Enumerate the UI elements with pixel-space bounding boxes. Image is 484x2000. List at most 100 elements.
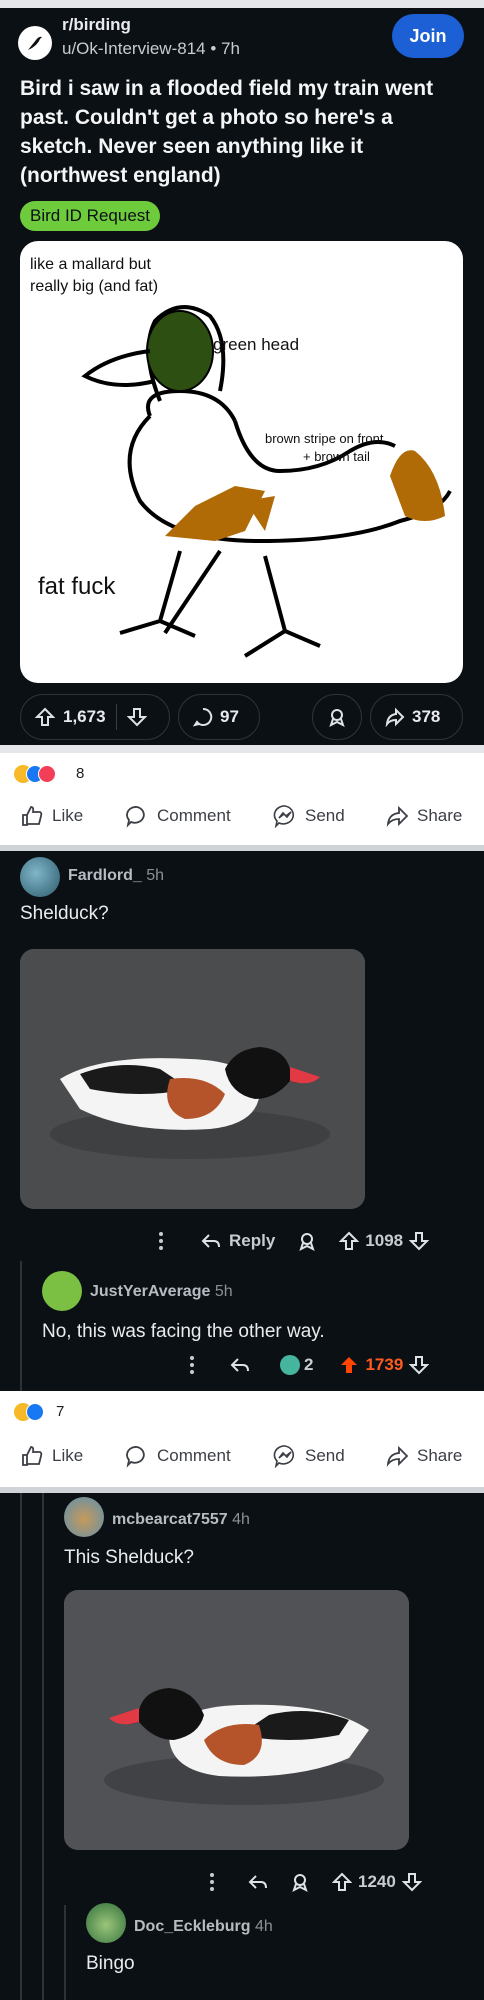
comment-action-bar: 1240 — [200, 1865, 470, 1899]
comment-score: 1739 — [365, 1355, 404, 1374]
comment-author[interactable]: JustYerAverage 5h — [90, 1283, 233, 1301]
downvote-icon[interactable] — [409, 1231, 430, 1251]
upvote-icon[interactable] — [332, 1872, 352, 1892]
post-title[interactable]: Bird i saw in a flooded field my train w… — [20, 74, 470, 190]
comment-score: 1240 — [358, 1872, 396, 1891]
comment-age: 4h — [254, 1918, 273, 1935]
thread-line — [64, 1905, 66, 2000]
comment-text: No, this was facing the other way. — [42, 1321, 325, 1342]
duck-sketch-drawing — [81, 305, 452, 658]
messenger-icon — [273, 1445, 295, 1468]
comment-icon — [193, 707, 213, 727]
comment-text: Shelduck? — [20, 903, 109, 924]
fb-share-label: Share — [417, 1446, 463, 1465]
facebook-actions: Like Comment Send Share — [0, 793, 484, 839]
facebook-bar-1: 8 Like Comment Send Share — [0, 753, 484, 845]
author-name[interactable]: JustYerAverage — [90, 1283, 210, 1300]
award-count: 2 — [304, 1355, 314, 1374]
shelduck-photo[interactable] — [20, 949, 365, 1209]
subreddit-name[interactable]: r/birding — [62, 15, 131, 35]
fb-comment-button[interactable]: Comment — [125, 1433, 231, 1479]
award-icon[interactable] — [290, 1872, 310, 1892]
author-name[interactable]: mcbearcat7557 — [112, 1511, 228, 1528]
join-button[interactable]: Join — [392, 14, 464, 58]
downvote-icon[interactable] — [126, 707, 147, 727]
thread-line — [20, 1493, 22, 2000]
downvote-icon[interactable] — [409, 1355, 430, 1375]
share-count: 378 — [412, 707, 441, 726]
comment-text: This Shelduck? — [64, 1547, 194, 1568]
messenger-icon — [273, 805, 295, 828]
fb-send-label: Send — [305, 806, 345, 825]
thread-line — [42, 1493, 44, 2000]
award-button[interactable] — [312, 694, 362, 740]
share-button[interactable]: 378 — [370, 694, 463, 740]
speech-bubble-icon — [126, 1446, 145, 1468]
comment-age: 4h — [232, 1511, 250, 1528]
upvote-icon[interactable] — [35, 707, 55, 727]
more-options-icon[interactable] — [153, 1231, 169, 1251]
comment-age: 5h — [146, 867, 165, 884]
fb-like-button[interactable]: Like — [20, 1433, 83, 1479]
sketch-image[interactable]: like a mallard but really big (and fat) … — [20, 241, 463, 683]
sketch-note-bottom: fat fuck — [38, 573, 116, 600]
avatar[interactable] — [42, 1271, 82, 1311]
comment-thread-lower: mcbearcat7557 4h This Shelduck? 1240 Doc… — [0, 1493, 484, 2000]
meta-dot: • — [210, 39, 222, 58]
fb-share-button[interactable]: Share — [385, 1433, 462, 1479]
shelduck-image — [64, 1590, 409, 1850]
more-options-icon[interactable] — [204, 1872, 220, 1892]
post-age: 7h — [221, 39, 240, 58]
more-options-icon[interactable] — [184, 1355, 200, 1375]
fb-send-button[interactable]: Send — [273, 793, 345, 839]
top-divider — [0, 0, 484, 8]
award-badge-icon[interactable] — [280, 1355, 300, 1375]
upvote-icon[interactable] — [339, 1231, 360, 1251]
fb-send-label: Send — [305, 1446, 345, 1465]
fb-like-button[interactable]: Like — [20, 793, 83, 839]
comment-age: 5h — [214, 1283, 233, 1300]
downvote-icon[interactable] — [401, 1872, 422, 1892]
vote-pill: 1,673 — [20, 694, 170, 740]
avatar[interactable] — [64, 1497, 104, 1537]
reply-label[interactable]: Reply — [229, 1231, 275, 1251]
fb-send-button[interactable]: Send — [273, 1433, 345, 1479]
comment-author[interactable]: Fardlord_ 5h — [68, 867, 164, 885]
comment-score: 1098 — [365, 1231, 404, 1250]
reply-icon[interactable] — [248, 1872, 268, 1892]
comment-action-bar: Reply 1098 — [145, 1224, 465, 1258]
post-author[interactable]: u/Ok-Interview-814 — [62, 39, 206, 58]
facebook-bar-2: 7 Like Comment Send Share — [0, 1391, 484, 1487]
comment-action-bar: 2 1739 — [180, 1348, 470, 1382]
like-reaction-icon — [26, 1403, 44, 1421]
speech-bubble-icon — [126, 806, 145, 828]
comments-button[interactable]: 97 — [178, 694, 260, 740]
shelduck-image — [20, 949, 365, 1209]
thumbs-up-icon — [22, 1446, 43, 1466]
sketch-note-top: like a mallard but really big (and fat) — [30, 256, 159, 295]
post-meta: u/Ok-Interview-814 • 7h — [62, 39, 240, 59]
fb-share-button[interactable]: Share — [385, 793, 462, 839]
share-arrow-icon — [386, 805, 409, 827]
fb-comment-button[interactable]: Comment — [125, 793, 231, 839]
shelduck-photo[interactable] — [64, 1590, 409, 1850]
post-flair[interactable]: Bird ID Request — [20, 201, 160, 231]
post-action-bar: 1,673 97 378 — [0, 694, 484, 742]
subreddit-icon[interactable] — [18, 26, 52, 60]
upvote-active-icon[interactable] — [339, 1355, 359, 1375]
comment-author[interactable]: mcbearcat7557 4h — [112, 1511, 250, 1529]
avatar[interactable] — [20, 857, 60, 897]
fb-share-label: Share — [417, 806, 463, 825]
avatar[interactable] — [86, 1903, 126, 1943]
post-bottom-divider — [0, 745, 484, 753]
upvote-count: 1,673 — [63, 707, 106, 726]
reply-icon[interactable] — [230, 1355, 250, 1375]
author-name[interactable]: Fardlord_ — [68, 867, 142, 884]
reply-icon[interactable] — [201, 1231, 221, 1251]
fb-like-label: Like — [52, 1446, 84, 1465]
sketch-note-head: green head — [213, 335, 300, 354]
award-icon[interactable] — [297, 1231, 317, 1251]
thumbs-up-icon — [22, 806, 43, 826]
author-name[interactable]: Doc_Eckleburg — [134, 1918, 250, 1935]
comment-author[interactable]: Doc_Eckleburg 4h — [134, 1918, 273, 1936]
